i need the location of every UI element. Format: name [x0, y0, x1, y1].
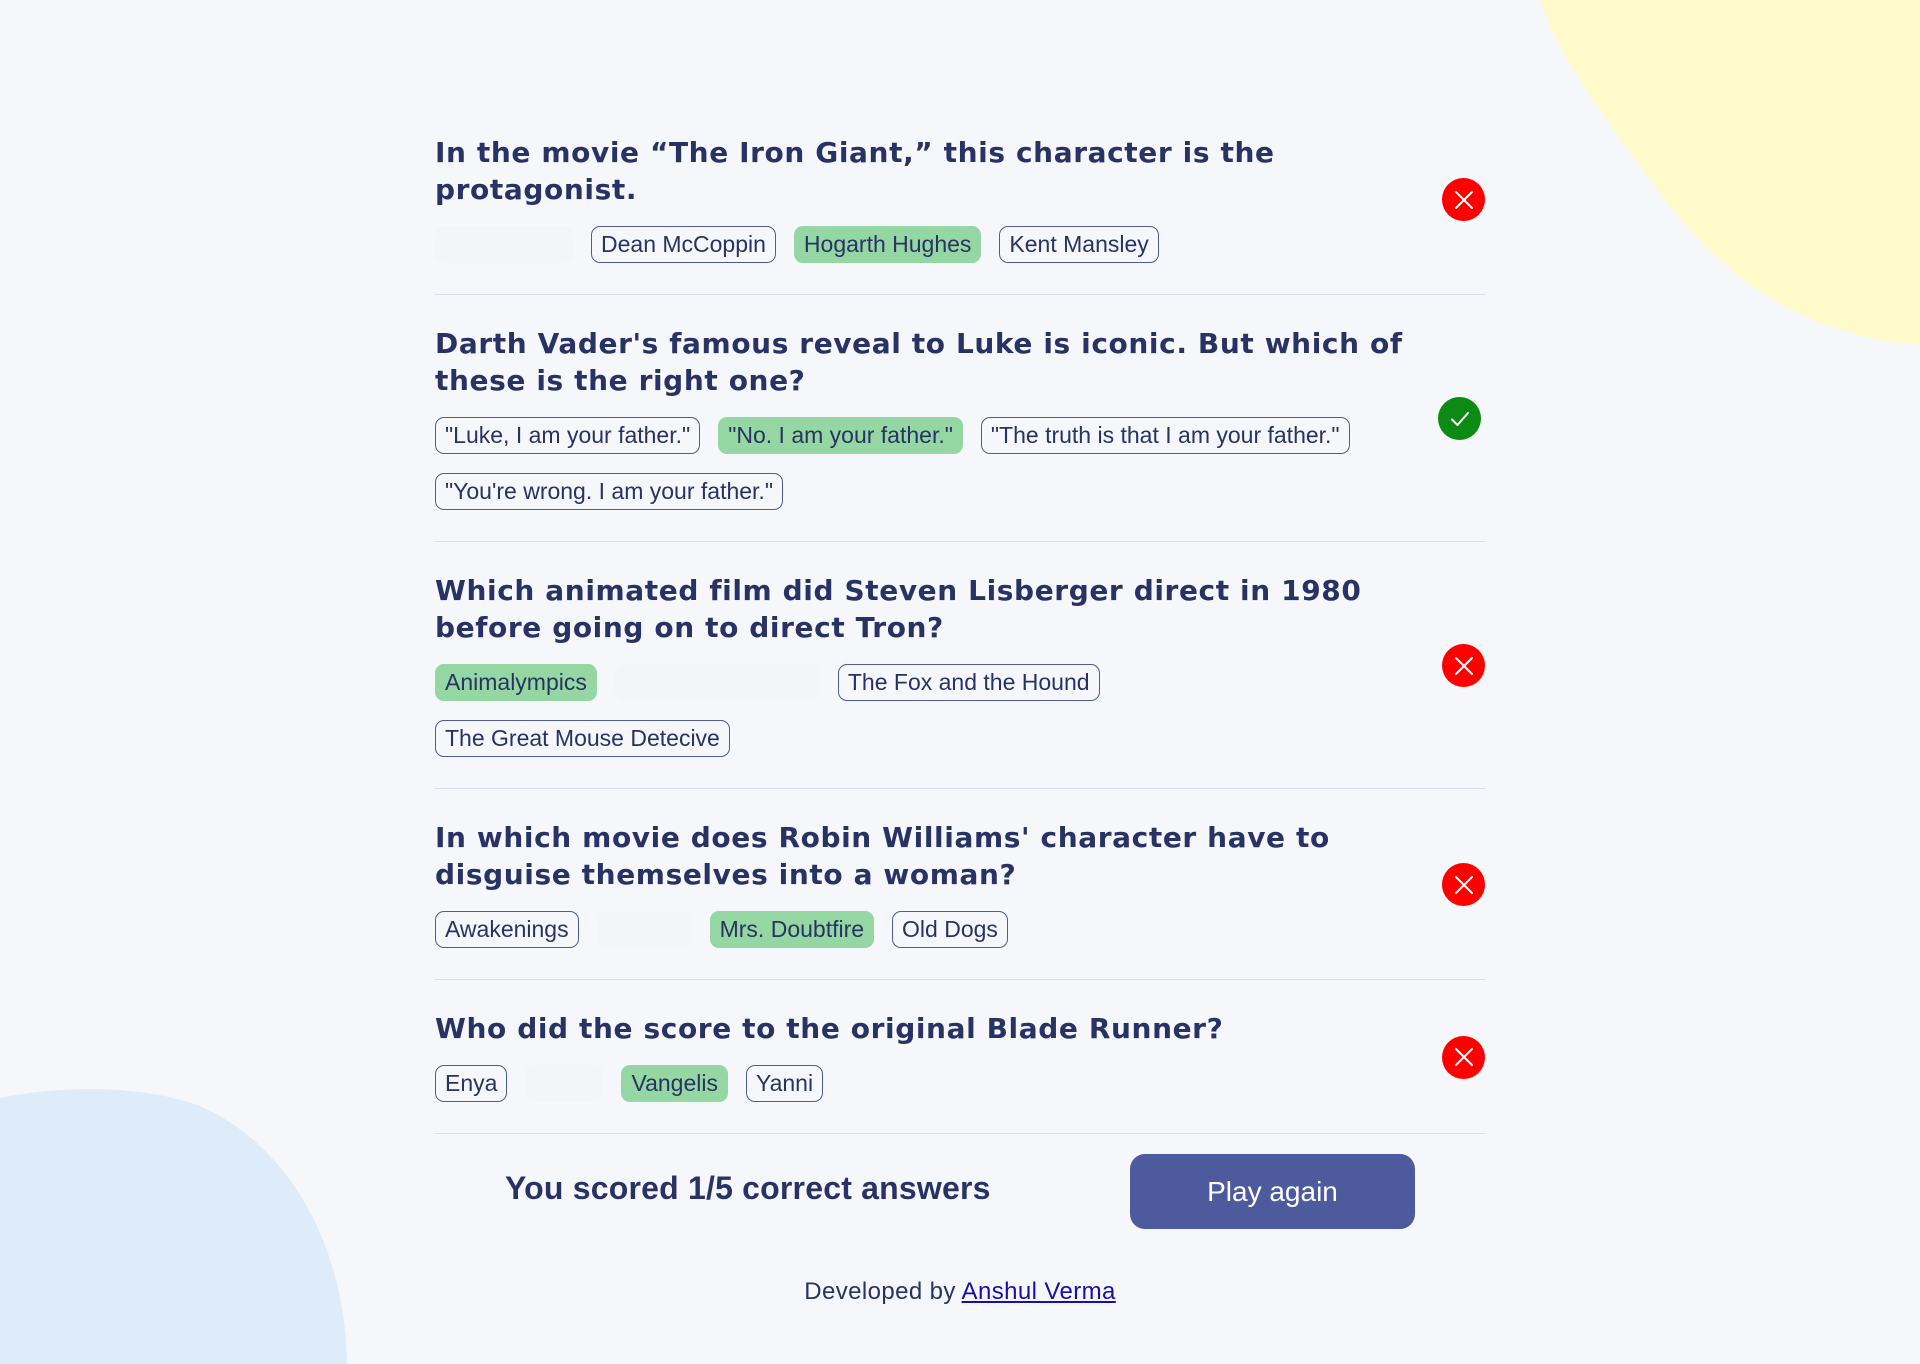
score-text: You scored 1/5 correct answers — [505, 1170, 991, 1206]
wrong-badge — [1442, 1035, 1485, 1079]
footer-prefix: Developed by — [804, 1278, 956, 1305]
answer-options: Enya Vangelis Yanni — [435, 1065, 1405, 1102]
x-icon — [1454, 656, 1473, 675]
answer-option[interactable]: Old Dogs — [892, 911, 1008, 948]
answer-option-correct[interactable]: Vangelis — [621, 1065, 728, 1102]
author-link[interactable]: Anshul Verma — [962, 1278, 1116, 1305]
yellow-blob-decoration — [1540, 0, 1920, 345]
answer-options: Dean McCoppin Hogarth Hughes Kent Mansley — [435, 226, 1405, 263]
answer-option[interactable]: Awakenings — [435, 911, 579, 948]
wrong-badge — [1442, 863, 1485, 906]
answer-option[interactable]: "You're wrong. I am your father." — [435, 473, 783, 510]
wrong-badge — [1442, 644, 1485, 687]
question-text: In the movie “The Iron Giant,” this char… — [435, 136, 1275, 206]
question-text: Darth Vader's famous reveal to Luke is i… — [435, 327, 1403, 397]
answer-options: Animalympics The Fox and the Hound The Gre… — [435, 664, 1405, 757]
x-icon — [1454, 1048, 1473, 1066]
answer-options: Awakenings Mrs. Doubtfire Old Dogs — [435, 911, 1405, 948]
answer-option[interactable]: The Fox and the Hound — [837, 664, 1100, 701]
answer-option-empty — [435, 226, 573, 263]
answer-option[interactable]: Yanni — [745, 1065, 824, 1102]
answer-option-correct[interactable]: Hogarth Hughes — [793, 226, 982, 263]
answer-option-correct[interactable]: "No. I am your father." — [718, 417, 963, 454]
question-text: In which movie does Robin Williams' char… — [435, 821, 1330, 891]
question-text: Which animated film did Steven Lisberger… — [435, 574, 1362, 644]
correct-badge — [1438, 397, 1481, 440]
quiz-results-list: In the movie “The Iron Giant,” this char… — [435, 104, 1485, 1134]
question-block: Darth Vader's famous reveal to Luke is i… — [435, 295, 1485, 542]
question-block: In which movie does Robin Williams' char… — [435, 789, 1485, 980]
answer-option-empty — [596, 911, 692, 948]
footer: Developed by Anshul Verma — [0, 1278, 1920, 1306]
answer-option-correct[interactable]: Mrs. Doubtfire — [709, 911, 875, 948]
x-icon — [1454, 190, 1473, 209]
answer-options: "Luke, I am your father." "No. I am your … — [435, 417, 1405, 510]
question-block: Who did the score to the original Blade … — [435, 980, 1485, 1134]
answer-option-empty — [525, 1065, 604, 1102]
answer-option-empty — [614, 664, 820, 701]
play-again-button[interactable]: Play again — [1130, 1154, 1415, 1229]
answer-option[interactable]: "Luke, I am your father." — [435, 417, 701, 454]
question-text: Who did the score to the original Blade … — [435, 1012, 1224, 1045]
question-block: In the movie “The Iron Giant,” this char… — [435, 104, 1485, 295]
score-row: You scored 1/5 correct answers Play agai… — [505, 1154, 1415, 1230]
answer-option[interactable]: The Great Mouse Detecive — [435, 720, 730, 757]
answer-option[interactable]: Kent Mansley — [999, 226, 1159, 263]
answer-option-correct[interactable]: Animalympics — [435, 664, 597, 701]
answer-option[interactable]: "The truth is that I am your father." — [980, 417, 1350, 454]
question-block: Which animated film did Steven Lisberger… — [435, 542, 1485, 789]
x-icon — [1454, 875, 1473, 894]
blue-blob-decoration — [0, 1089, 347, 1364]
answer-option[interactable]: Enya — [435, 1065, 508, 1102]
wrong-badge — [1442, 178, 1485, 221]
check-icon — [1450, 411, 1469, 426]
answer-option[interactable]: Dean McCoppin — [591, 226, 776, 263]
